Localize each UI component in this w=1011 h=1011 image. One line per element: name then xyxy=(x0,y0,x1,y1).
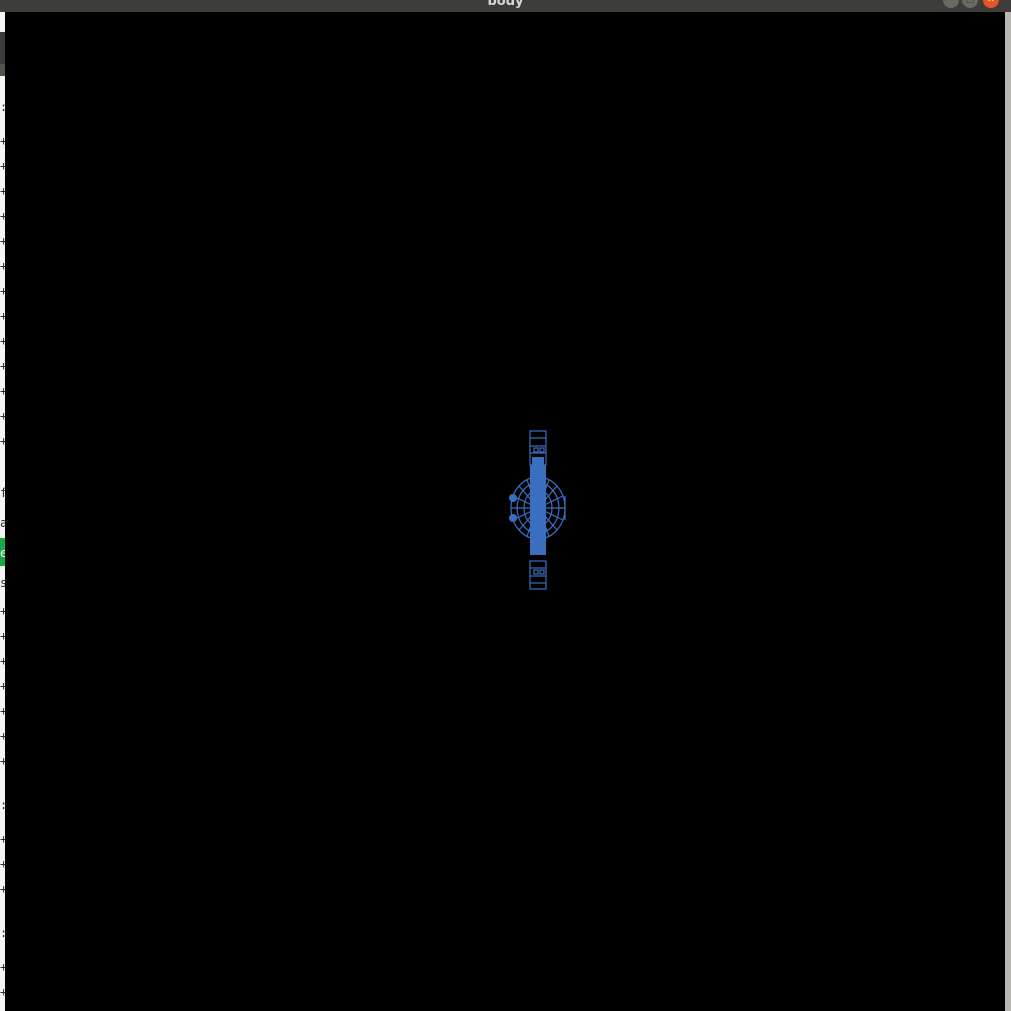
body-window: body – □ ✕ xyxy=(0,0,1011,1011)
wireframe-3d-model-icon xyxy=(509,430,566,590)
render-canvas[interactable] xyxy=(5,12,1005,1011)
maximize-icon: □ xyxy=(965,0,975,5)
close-icon: ✕ xyxy=(987,0,995,5)
window-titlebar[interactable]: body – □ ✕ xyxy=(0,0,1011,12)
window-right-border xyxy=(1005,12,1011,1011)
minimize-icon: – xyxy=(948,0,954,5)
window-title: body xyxy=(487,0,524,9)
